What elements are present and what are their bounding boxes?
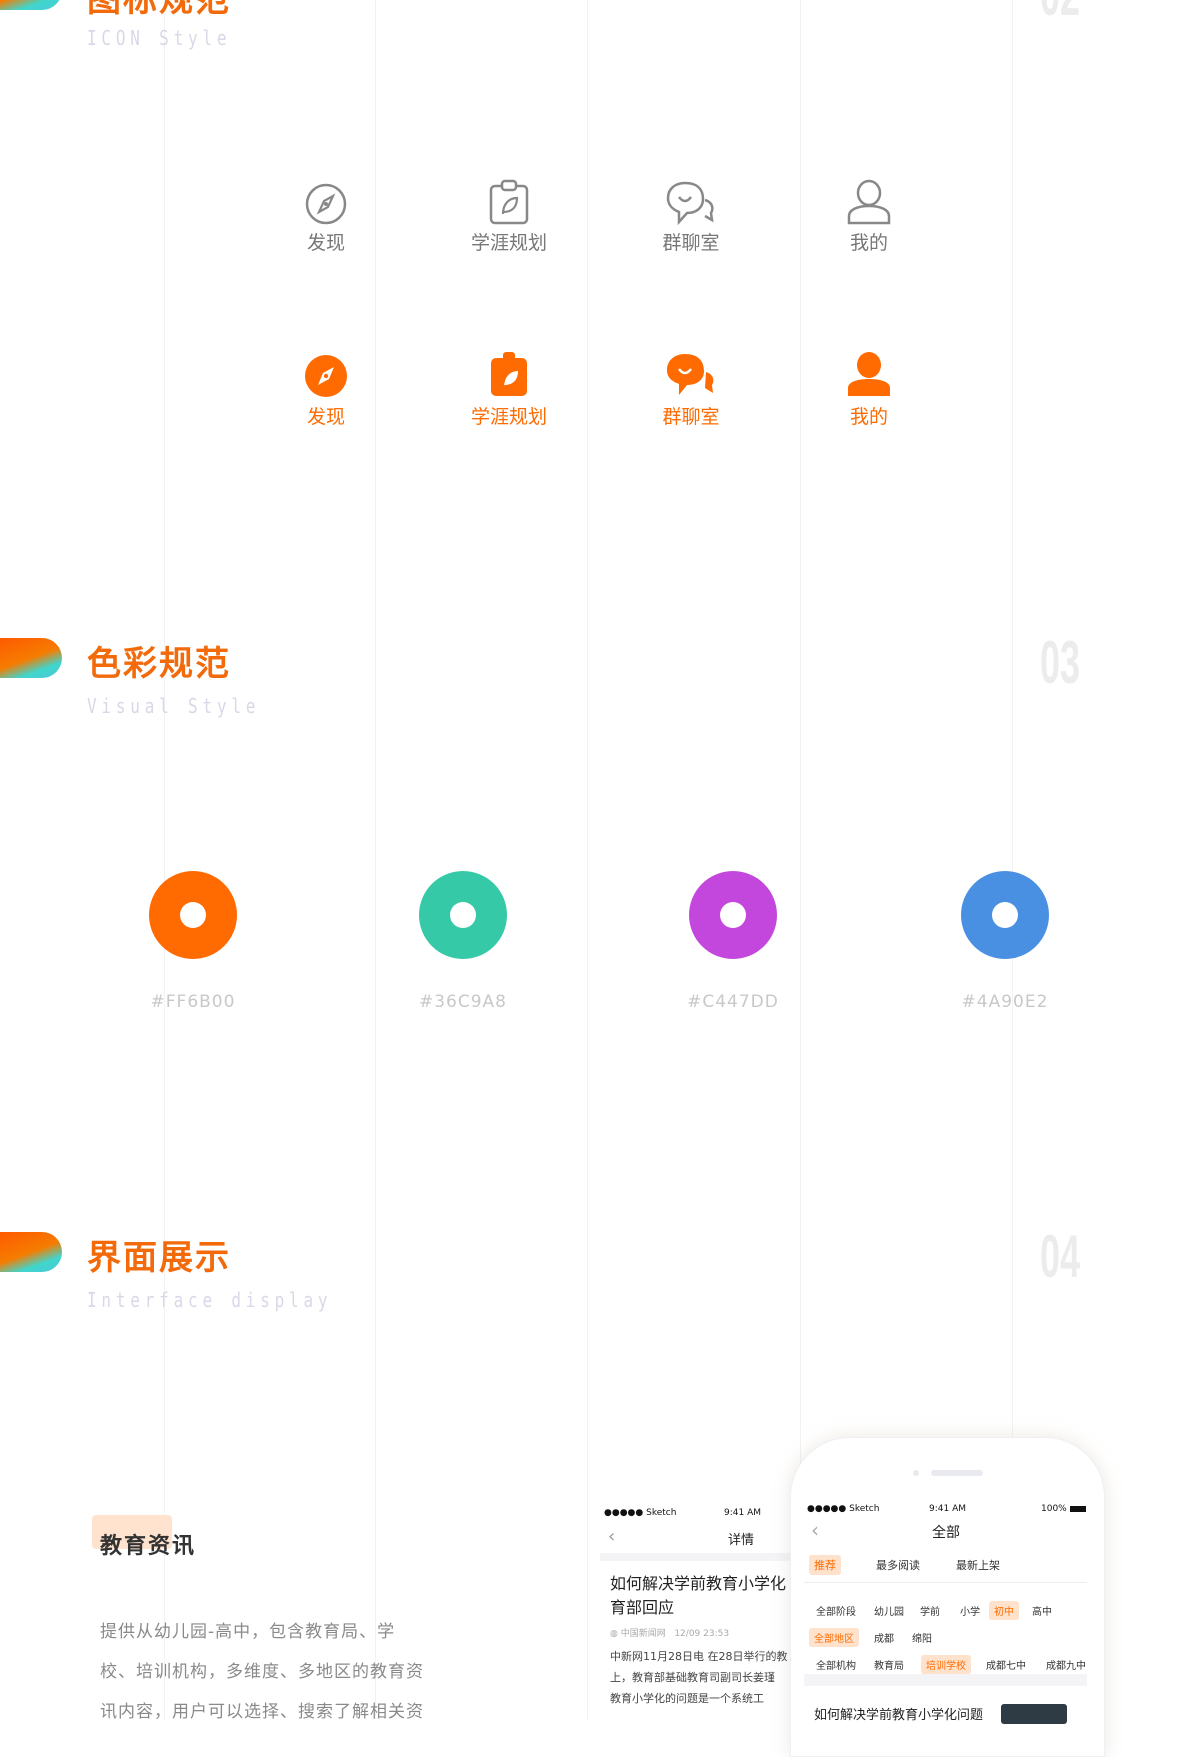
description-line: 讯内容，用户可以选择、搜索了解相关资 bbox=[100, 1702, 424, 1722]
section-badge bbox=[0, 0, 62, 10]
filter-region[interactable]: 全部地区 bbox=[809, 1628, 859, 1647]
filter-stage[interactable]: 小学 bbox=[955, 1601, 985, 1620]
icon-label: 群聊室 bbox=[662, 406, 720, 428]
compass-icon bbox=[296, 354, 356, 398]
filter-org[interactable]: 全部机构 bbox=[811, 1655, 861, 1674]
clipboard-leaf-icon bbox=[479, 178, 539, 226]
color-hex: #FF6B00 bbox=[150, 992, 236, 1012]
color-hex: #C447DD bbox=[687, 992, 779, 1012]
back-chevron-icon[interactable]: ‹ bbox=[608, 1526, 615, 1547]
phone-detail-screen: ●●●●● Sketch 9:41 AM ‹ 详情 如何解决学前教育小学化 育部回… bbox=[598, 1500, 798, 1719]
speaker-slot bbox=[931, 1470, 983, 1476]
grid-line bbox=[587, 0, 588, 1719]
nav-title: 详情 bbox=[728, 1533, 755, 1548]
color-swatch bbox=[961, 871, 1049, 959]
color-swatch bbox=[689, 871, 777, 959]
filter-stage[interactable]: 学前 bbox=[915, 1601, 945, 1620]
description-line: 校、培训机构，多维度、多地区的教育资 bbox=[100, 1662, 424, 1682]
nav-title: 全部 bbox=[932, 1525, 960, 1541]
article-body: 中新网11月28日电 在28日举行的教 上，教育部基础教育司副司长姜瑾 教育小学化的… bbox=[610, 1650, 788, 1705]
filter-org[interactable]: 培训学校 bbox=[921, 1655, 971, 1674]
tab-most-read[interactable]: 最多阅读 bbox=[871, 1555, 925, 1575]
clipboard-leaf-icon bbox=[479, 350, 539, 398]
article-headline[interactable]: 如何解决学前教育小学化问题 bbox=[814, 1704, 983, 1723]
feature-title: 教育资讯 bbox=[100, 1534, 197, 1559]
status-time: 9:41 AM bbox=[929, 1504, 966, 1514]
color-swatch bbox=[149, 871, 237, 959]
section-badge bbox=[0, 638, 62, 678]
status-carrier: ●●●●● Sketch bbox=[604, 1508, 677, 1518]
section-number: 03 bbox=[1040, 629, 1081, 696]
icon-label: 我的 bbox=[849, 406, 888, 428]
divider bbox=[804, 1674, 1087, 1686]
divider bbox=[804, 1582, 1087, 1583]
section-title: 界面展示 bbox=[87, 1238, 231, 1278]
grid-line bbox=[375, 0, 376, 1719]
section-subtitle: ICON Style bbox=[87, 26, 232, 50]
article-headline: 如何解决学前教育小学化 育部回应 bbox=[610, 1574, 787, 1617]
description-line: 提供从幼儿园-高中，包含教育局、学 bbox=[100, 1622, 396, 1642]
icon-label: 发现 bbox=[306, 406, 345, 428]
filter-org[interactable]: 成都七中 bbox=[981, 1655, 1031, 1674]
compass-icon bbox=[296, 182, 356, 226]
section-title: 色彩规范 bbox=[87, 644, 231, 684]
article-meta: ◍ 中国新闻网 12/09 23:53 bbox=[610, 1629, 730, 1639]
section-number: 02 bbox=[1040, 0, 1080, 29]
filter-stage[interactable]: 高中 bbox=[1027, 1601, 1057, 1620]
status-battery: 100% bbox=[1041, 1504, 1086, 1514]
divider bbox=[600, 1553, 798, 1561]
color-swatch bbox=[419, 871, 507, 959]
tab-recommend[interactable]: 推荐 bbox=[809, 1555, 841, 1575]
icon-label: 发现 bbox=[306, 232, 345, 254]
filter-stage[interactable]: 初中 bbox=[989, 1601, 1019, 1620]
filter-region[interactable]: 成都 bbox=[869, 1628, 899, 1647]
user-icon bbox=[839, 178, 899, 226]
filter-org[interactable]: 教育局 bbox=[869, 1655, 909, 1674]
user-icon bbox=[839, 350, 899, 398]
feature-description: 提供从幼儿园-高中，包含教育局、学 校、培训机构，多维度、多地区的教育资 讯内容… bbox=[100, 1612, 424, 1732]
chat-bubbles-icon bbox=[661, 180, 721, 226]
back-chevron-icon[interactable]: ‹ bbox=[811, 1518, 819, 1542]
tab-newest[interactable]: 最新上架 bbox=[951, 1555, 1005, 1575]
color-hex: #36C9A8 bbox=[418, 992, 507, 1012]
article-thumbnail bbox=[1001, 1704, 1067, 1724]
section-badge bbox=[0, 1232, 62, 1272]
filter-region[interactable]: 绵阳 bbox=[907, 1628, 937, 1647]
color-hex: #4A90E2 bbox=[961, 992, 1049, 1012]
status-carrier: ●●●●● Sketch bbox=[807, 1504, 880, 1514]
camera-dot bbox=[913, 1470, 919, 1476]
battery-icon bbox=[1069, 1505, 1086, 1512]
filter-stage[interactable]: 幼儿园 bbox=[869, 1601, 909, 1620]
grid-line bbox=[164, 0, 165, 1719]
filter-stage[interactable]: 全部阶段 bbox=[811, 1601, 861, 1620]
chat-bubbles-icon bbox=[661, 352, 721, 398]
icon-label: 我的 bbox=[849, 232, 888, 254]
section-number: 04 bbox=[1040, 1223, 1081, 1290]
status-time: 9:41 AM bbox=[724, 1508, 761, 1518]
section-subtitle: Interface display bbox=[87, 1288, 333, 1312]
icon-label: 学涯规划 bbox=[470, 406, 547, 428]
filter-org[interactable]: 成都九中 bbox=[1041, 1655, 1091, 1674]
section-subtitle: Visual Style bbox=[87, 694, 261, 718]
icon-label: 学涯规划 bbox=[470, 232, 547, 254]
section-title: 图标规范 bbox=[87, 0, 231, 20]
icon-label: 群聊室 bbox=[662, 232, 720, 254]
phone-frame: ●●●●● Sketch 9:41 AM 100% ‹ 全部 推荐 最多阅读 最… bbox=[790, 1437, 1105, 1757]
